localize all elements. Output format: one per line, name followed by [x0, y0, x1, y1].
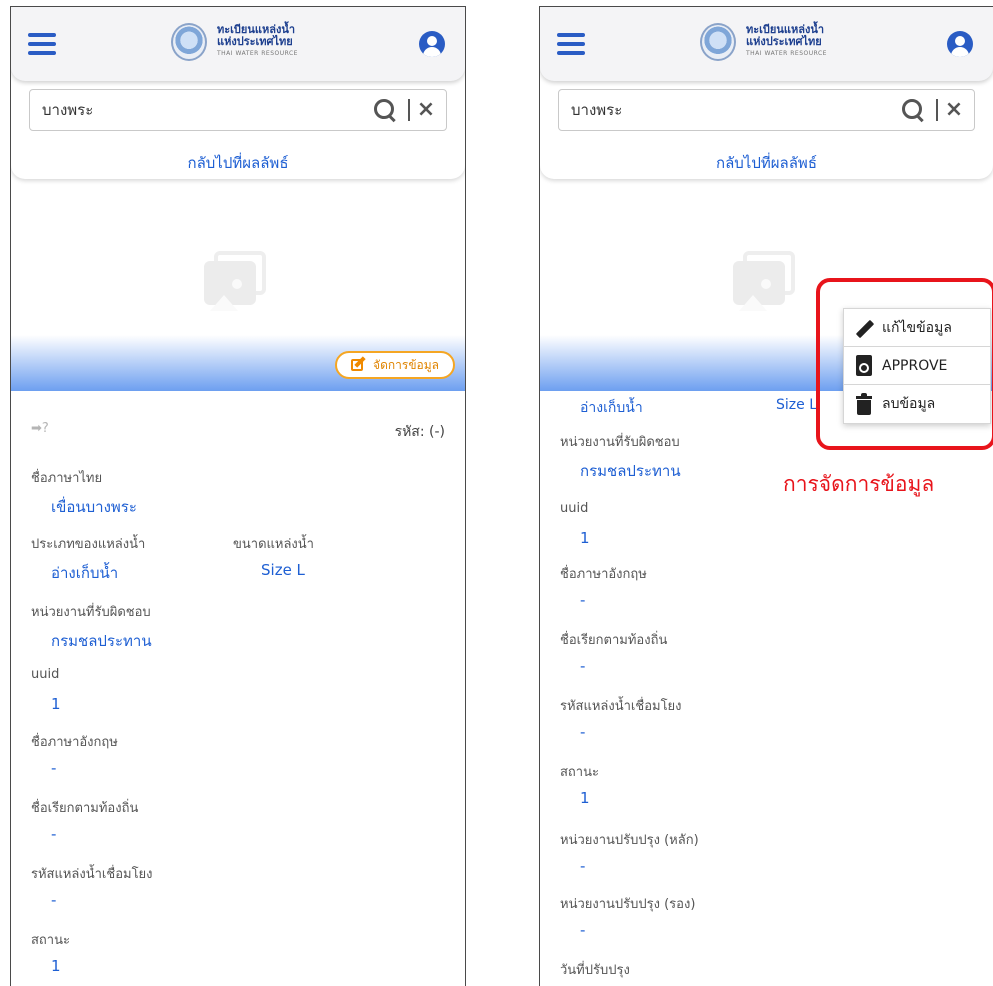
annotation-callout: การจัดการข้อมูล — [783, 472, 935, 496]
back-to-results-link[interactable]: กลับไปที่ผลลัพธ์ — [540, 151, 993, 175]
annotation-highlight-frame — [816, 278, 993, 450]
code-text: รหัส: (-) — [394, 424, 445, 440]
clear-icon[interactable]: × — [944, 99, 964, 121]
field-english-name: ชื่อภาษาอังกฤษ - — [560, 567, 647, 609]
field-sub-updater: หน่วยงานปรับปรุง (รอง) - — [560, 897, 696, 939]
manage-data-button[interactable]: จัดการข้อมูล — [335, 351, 455, 379]
search-box: × — [29, 89, 447, 131]
search-panel: × กลับไปที่ผลลัพธ์ — [11, 73, 465, 179]
logo-seal-icon — [700, 23, 736, 61]
field-agency: หน่วยงานที่รับผิดชอบ กรมชลประทาน — [31, 605, 152, 650]
search-input[interactable] — [30, 91, 374, 129]
field-type-size: ประเภทของแหล่งน้ำ อ่างเก็บน้ำ ขนาดแหล่งน… — [31, 537, 314, 582]
hamburger-menu-icon[interactable] — [557, 33, 585, 55]
field-uuid: uuid 1 — [31, 667, 61, 713]
size-value-partial: Size L — [776, 397, 817, 413]
user-account-icon[interactable] — [947, 31, 973, 57]
app-logo: ทะเบียนแหล่งน้ำ แห่งประเทศไทย THAI WATER… — [700, 23, 827, 61]
back-to-results-link[interactable]: กลับไปที่ผลลัพธ์ — [11, 151, 465, 175]
hamburger-menu-icon[interactable] — [28, 33, 56, 55]
field-english-name: ชื่อภาษาอังกฤษ - — [31, 735, 118, 777]
code-row: ➡? รหัส: (-) — [31, 421, 445, 441]
field-uuid: uuid 1 — [560, 501, 590, 547]
logo-english: THAI WATER RESOURCE — [217, 50, 298, 57]
logo-subtitle: แห่งประเทศไทย — [746, 35, 822, 48]
app-logo: ทะเบียนแหล่งน้ำ แห่งประเทศไทย THAI WATER… — [171, 23, 298, 61]
clear-icon[interactable]: × — [416, 99, 436, 121]
edit-icon — [351, 356, 367, 373]
user-account-icon[interactable] — [419, 31, 445, 57]
app-bar: ทะเบียนแหล่งน้ำ แห่งประเทศไทย THAI WATER… — [540, 7, 993, 81]
search-icon[interactable] — [902, 99, 924, 123]
logo-subtitle: แห่งประเทศไทย — [217, 35, 293, 48]
image-placeholder-icon — [204, 251, 270, 311]
field-thai-name: ชื่อภาษาไทย เขื่อนบางพระ — [31, 471, 137, 516]
search-panel: × กลับไปที่ผลลัพธ์ — [540, 73, 993, 179]
navigate-icon[interactable]: ➡? — [31, 421, 49, 436]
app-bar: ทะเบียนแหล่งน้ำ แห่งประเทศไทย THAI WATER… — [11, 7, 465, 81]
field-updated-date: วันที่ปรับปรุง — [560, 963, 630, 978]
search-icon[interactable] — [374, 99, 396, 123]
field-linked-code: รหัสแหล่งน้ำเชื่อมโยง - — [560, 699, 682, 741]
search-box: × — [558, 89, 975, 131]
image-placeholder-icon — [733, 251, 799, 311]
field-local-name: ชื่อเรียกตามท้องถิ่น - — [31, 801, 139, 843]
divider — [408, 99, 410, 121]
logo-seal-icon — [171, 23, 207, 61]
type-value-partial: อ่างเก็บน้ำ — [580, 400, 643, 416]
field-linked-code: รหัสแหล่งน้ำเชื่อมโยง - — [31, 867, 153, 909]
logo-english: THAI WATER RESOURCE — [746, 50, 827, 57]
field-local-name: ชื่อเรียกตามท้องถิ่น - — [560, 633, 668, 675]
divider — [936, 99, 938, 121]
field-status: สถานะ 1 — [560, 765, 599, 807]
field-status: สถานะ 1 — [31, 933, 70, 975]
search-input[interactable] — [559, 91, 902, 129]
field-main-updater: หน่วยงานปรับปรุง (หลัก) - — [560, 833, 699, 875]
phone-screen-detail: ทะเบียนแหล่งน้ำ แห่งประเทศไทย THAI WATER… — [10, 6, 466, 986]
